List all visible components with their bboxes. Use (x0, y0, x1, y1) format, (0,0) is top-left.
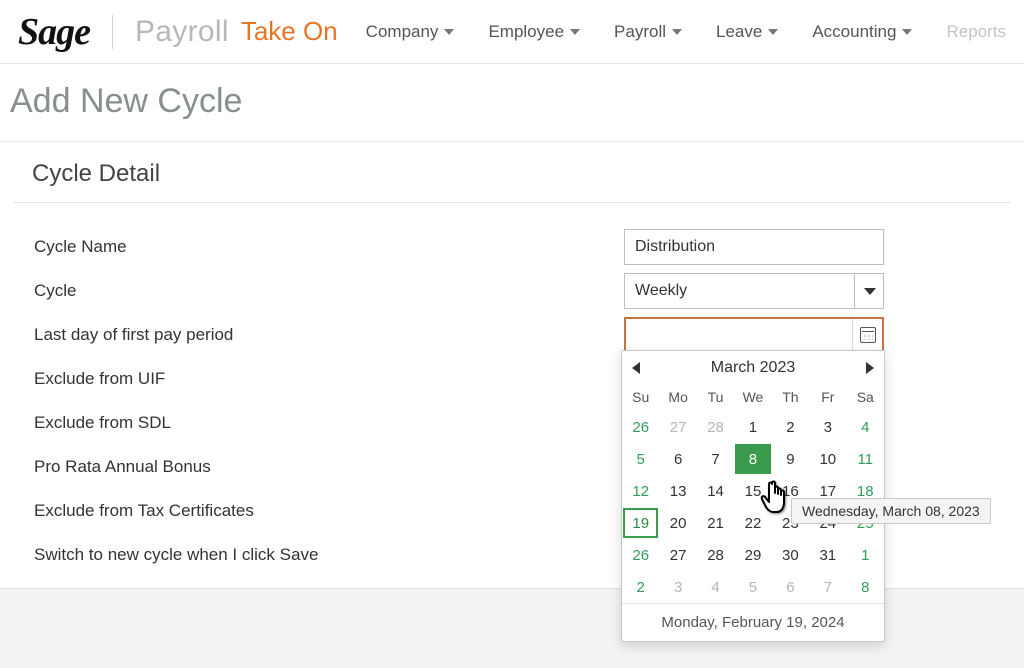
row-cycle: Cycle (34, 269, 990, 313)
row-cycle-name: Cycle Name (34, 225, 990, 269)
calendar-footer[interactable]: Monday, February 19, 2024 (622, 603, 884, 641)
calendar-day[interactable]: 15 (735, 476, 770, 506)
calendar-day[interactable]: 28 (698, 412, 733, 442)
chevron-down-icon (672, 29, 682, 35)
cycle-name-input[interactable] (624, 229, 884, 265)
calendar-day[interactable]: 28 (698, 540, 733, 570)
calendar-day[interactable]: 9 (773, 444, 808, 474)
calendar-day[interactable]: 31 (810, 540, 845, 570)
chevron-down-icon (444, 29, 454, 35)
exclude-sdl-label: Exclude from SDL (34, 413, 624, 433)
calendar-grid: SuMoTuWeThFrSa 2627281234567891011121314… (622, 385, 884, 603)
calendar-day[interactable]: 2 (623, 572, 658, 602)
calendar-day[interactable]: 12 (623, 476, 658, 506)
calendar-title[interactable]: March 2023 (711, 359, 796, 377)
date-tooltip: Wednesday, March 08, 2023 (791, 498, 991, 524)
cycle-select-value[interactable] (624, 273, 884, 309)
cycle-name-label: Cycle Name (34, 237, 624, 257)
brand-logo: Sage (18, 10, 112, 54)
chevron-down-icon (902, 29, 912, 35)
calendar-dow: Mo (659, 385, 696, 411)
app-name-payroll: Payroll (135, 15, 229, 49)
calendar-day[interactable]: 6 (660, 444, 695, 474)
nav-menus: Company Employee Payroll Leave Accountin… (366, 22, 1006, 42)
nav-company-label: Company (366, 22, 439, 42)
nav-reports-label: Reports (946, 22, 1006, 42)
datepicker-popup: March 2023 SuMoTuWeThFrSa 26272812345678… (621, 350, 885, 642)
calendar-day[interactable]: 3 (810, 412, 845, 442)
calendar-day[interactable]: 10 (810, 444, 845, 474)
exclude-uif-label: Exclude from UIF (34, 369, 624, 389)
calendar-dow: Su (622, 385, 659, 411)
calendar-day[interactable]: 13 (660, 476, 695, 506)
calendar-day[interactable]: 6 (773, 572, 808, 602)
nav-employee[interactable]: Employee (488, 22, 580, 42)
calendar-day[interactable]: 4 (698, 572, 733, 602)
calendar-day[interactable]: 26 (623, 412, 658, 442)
calendar-day[interactable]: 8 (735, 444, 770, 474)
calendar-prev-button[interactable] (632, 362, 640, 374)
calendar-dow: We (734, 385, 771, 411)
nav-company[interactable]: Company (366, 22, 455, 42)
nav-reports: Reports (946, 22, 1006, 42)
calendar-dow: Tu (697, 385, 734, 411)
calendar-day[interactable]: 27 (660, 540, 695, 570)
calendar-day[interactable]: 8 (848, 572, 883, 602)
calendar-next-button[interactable] (866, 362, 874, 374)
pro-rata-label: Pro Rata Annual Bonus (34, 457, 624, 477)
cycle-select[interactable] (624, 273, 884, 309)
calendar-day[interactable]: 20 (660, 508, 695, 538)
logo-divider (112, 15, 113, 49)
calendar-header: March 2023 (622, 351, 884, 385)
last-day-input[interactable] (624, 317, 884, 353)
calendar-dow: Th (772, 385, 809, 411)
nav-leave-label: Leave (716, 22, 762, 42)
nav-payroll[interactable]: Payroll (614, 22, 682, 42)
calendar-day[interactable]: 1 (735, 412, 770, 442)
nav-leave[interactable]: Leave (716, 22, 778, 42)
nav-accounting[interactable]: Accounting (812, 22, 912, 42)
calendar-icon (860, 327, 876, 343)
calendar-day[interactable]: 26 (623, 540, 658, 570)
app-name-takeon: Take On (241, 16, 338, 47)
calendar-day[interactable]: 19 (623, 508, 658, 538)
calendar-day[interactable]: 11 (848, 444, 883, 474)
chevron-down-icon (570, 29, 580, 35)
calendar-day[interactable]: 3 (660, 572, 695, 602)
switch-save-label: Switch to new cycle when I click Save (34, 545, 624, 565)
calendar-day[interactable]: 4 (848, 412, 883, 442)
nav-payroll-label: Payroll (614, 22, 666, 42)
last-day-label: Last day of first pay period (34, 325, 624, 345)
page-title: Add New Cycle (0, 64, 1024, 142)
last-day-datepicker[interactable] (624, 317, 884, 353)
calendar-day[interactable]: 2 (773, 412, 808, 442)
calendar-day[interactable]: 7 (698, 444, 733, 474)
calendar-day[interactable]: 27 (660, 412, 695, 442)
chevron-down-icon (768, 29, 778, 35)
cycle-label: Cycle (34, 281, 624, 301)
calendar-day[interactable]: 21 (698, 508, 733, 538)
calendar-day[interactable]: 30 (773, 540, 808, 570)
calendar-day[interactable]: 5 (623, 444, 658, 474)
calendar-day[interactable]: 14 (698, 476, 733, 506)
calendar-day[interactable]: 5 (735, 572, 770, 602)
section-title: Cycle Detail (14, 142, 1010, 203)
calendar-dow: Fr (809, 385, 846, 411)
calendar-day[interactable]: 7 (810, 572, 845, 602)
calendar-day[interactable]: 1 (848, 540, 883, 570)
calendar-button[interactable] (852, 319, 882, 351)
calendar-dow: Sa (847, 385, 884, 411)
calendar-day[interactable]: 29 (735, 540, 770, 570)
nav-employee-label: Employee (488, 22, 564, 42)
exclude-tax-label: Exclude from Tax Certificates (34, 501, 624, 521)
nav-accounting-label: Accounting (812, 22, 896, 42)
top-nav: Sage Payroll Take On Company Employee Pa… (0, 0, 1024, 64)
calendar-day[interactable]: 22 (735, 508, 770, 538)
